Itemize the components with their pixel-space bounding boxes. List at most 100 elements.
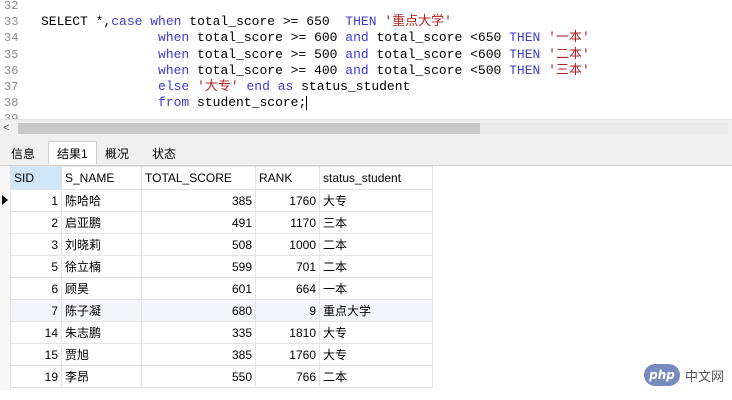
table-row[interactable]: 14 朱志鹏 335 1810 大专: [10, 321, 433, 344]
cell-status-student[interactable]: 大专: [319, 189, 433, 212]
sql-keyword: when: [150, 14, 182, 30]
cell-total-score[interactable]: 385: [141, 189, 256, 212]
code-line[interactable]: 36 when total_score >= 400 and total_sco…: [0, 63, 732, 79]
tab-result1[interactable]: 结果1: [48, 141, 97, 165]
column-header-rank[interactable]: RANK: [255, 166, 320, 190]
cell-status-student[interactable]: 二本: [319, 233, 433, 256]
cell-s-name[interactable]: 徐立楠: [61, 255, 142, 278]
table-row[interactable]: 3 刘晓莉 508 1000 二本: [10, 233, 433, 256]
table-row[interactable]: 19 李昂 550 766 二本: [10, 365, 433, 388]
sql-text: status_student: [293, 79, 411, 94]
code-line[interactable]: 37 else '大专' end as status_student: [0, 79, 732, 95]
sql-keyword: THEN: [509, 62, 541, 78]
cell-total-score[interactable]: 508: [141, 233, 256, 256]
cell-s-name[interactable]: 陈哈哈: [61, 189, 142, 212]
code-line[interactable]: 32: [0, 0, 732, 14]
table-row[interactable]: 2 启亚鹏 491 1170 三本: [10, 211, 433, 234]
scrollbar-thumb[interactable]: [18, 123, 480, 134]
cell-status-student[interactable]: 二本: [319, 255, 433, 278]
cell-s-name[interactable]: 顾昊: [61, 277, 142, 300]
cell-rank[interactable]: 1810: [255, 321, 320, 344]
cell-s-name[interactable]: 朱志鹏: [61, 321, 142, 344]
column-header-status-student[interactable]: status_student: [319, 166, 433, 190]
table-row[interactable]: 15 贾旭 385 1760 大专: [10, 343, 433, 366]
cell-s-name[interactable]: 启亚鹏: [61, 211, 142, 234]
cell-status-student[interactable]: 大专: [319, 321, 433, 344]
cell-sid[interactable]: 14: [10, 321, 62, 344]
cell-status-student[interactable]: 一本: [319, 277, 433, 300]
cell-rank[interactable]: 1760: [255, 343, 320, 366]
cell-sid[interactable]: 2: [10, 211, 62, 234]
code-text: else '大专' end as status_student: [41, 79, 410, 95]
cell-status-student[interactable]: 重点大学: [319, 299, 433, 322]
sql-string: '三本': [548, 62, 590, 78]
column-header-s-name[interactable]: S_NAME: [61, 166, 142, 190]
scroll-left-arrow[interactable]: <: [3, 121, 9, 136]
cell-rank[interactable]: 1760: [255, 189, 320, 212]
horizontal-scrollbar[interactable]: <: [0, 119, 732, 137]
code-line[interactable]: 38 from student_score;: [0, 95, 732, 111]
cell-status-student[interactable]: 三本: [319, 211, 433, 234]
column-header-total-score[interactable]: TOTAL_SCORE: [141, 166, 256, 190]
sql-text: total_score >= 500: [189, 46, 346, 62]
code-line[interactable]: 39: [0, 111, 732, 119]
cell-sid[interactable]: 5: [10, 255, 62, 278]
sql-text: total_score <650: [368, 30, 510, 46]
cell-rank[interactable]: 1000: [255, 233, 320, 256]
line-number: 39: [4, 111, 30, 119]
cell-total-score[interactable]: 335: [141, 321, 256, 344]
sql-text: total_score >= 650: [181, 14, 346, 30]
sql-keyword: when: [158, 30, 190, 46]
cell-status-student[interactable]: 二本: [319, 365, 433, 388]
cell-total-score[interactable]: 491: [141, 211, 256, 234]
table-row[interactable]: 6 顾昊 601 664 一本: [10, 277, 433, 300]
cell-sid[interactable]: 6: [10, 277, 62, 300]
cell-sid[interactable]: 3: [10, 233, 62, 256]
cell-sid[interactable]: 15: [10, 343, 62, 366]
cell-rank[interactable]: 701: [255, 255, 320, 278]
code-line[interactable]: 33 SELECT *,case when total_score >= 650 …: [0, 14, 732, 30]
text-cursor: [306, 95, 308, 110]
cell-s-name[interactable]: 刘晓莉: [61, 233, 142, 256]
cell-rank[interactable]: 766: [255, 365, 320, 388]
code-line[interactable]: 34 when total_score >= 600 and total_sco…: [0, 30, 732, 46]
sql-text: total_score <600: [368, 46, 510, 62]
sql-keyword: when: [158, 62, 190, 78]
table-row[interactable]: 5 徐立楠 599 701 二本: [10, 255, 433, 278]
cell-sid[interactable]: 1: [10, 189, 62, 212]
sql-editor[interactable]: 32 33 SELECT *,case when total_score >= 65…: [0, 0, 732, 119]
cell-sid[interactable]: 7: [10, 299, 62, 322]
tab-status[interactable]: 状态: [143, 141, 185, 165]
line-number: 37: [4, 80, 19, 94]
cell-rank[interactable]: 1170: [255, 211, 320, 234]
tab-info[interactable]: 信息: [2, 141, 44, 165]
result-grid[interactable]: SID S_NAME TOTAL_SCORE RANK status_stude…: [0, 166, 732, 400]
result-table[interactable]: SID S_NAME TOTAL_SCORE RANK status_stude…: [10, 166, 433, 388]
cell-total-score[interactable]: 601: [141, 277, 256, 300]
table-row[interactable]: 7 陈子凝 680 9 重点大学: [10, 299, 433, 322]
cell-status-student[interactable]: 大专: [319, 343, 433, 366]
cell-s-name[interactable]: 陈子凝: [61, 299, 142, 322]
cell-sid[interactable]: 19: [10, 365, 62, 388]
tab-overview[interactable]: 概况: [96, 141, 138, 165]
code-line[interactable]: 35 when total_score >= 500 and total_sco…: [0, 47, 732, 63]
sql-keyword: else: [158, 79, 190, 94]
cell-rank[interactable]: 664: [255, 277, 320, 300]
cell-rank[interactable]: 9: [255, 299, 320, 322]
sql-keyword: and: [345, 30, 369, 46]
cell-total-score[interactable]: 385: [141, 343, 256, 366]
cell-total-score[interactable]: 550: [141, 365, 256, 388]
table-row[interactable]: 1 陈哈哈 385 1760 大专: [10, 189, 433, 212]
sql-keyword: case: [111, 14, 143, 30]
cell-total-score[interactable]: 680: [141, 299, 256, 322]
sql-keyword: as: [277, 79, 294, 94]
cell-total-score[interactable]: 599: [141, 255, 256, 278]
cell-s-name[interactable]: 李昂: [61, 365, 142, 388]
scrollbar-track[interactable]: [480, 123, 728, 134]
cell-s-name[interactable]: 贾旭: [61, 343, 142, 366]
column-header-sid[interactable]: SID: [10, 166, 62, 190]
sql-text: total_score >= 400: [189, 62, 346, 78]
